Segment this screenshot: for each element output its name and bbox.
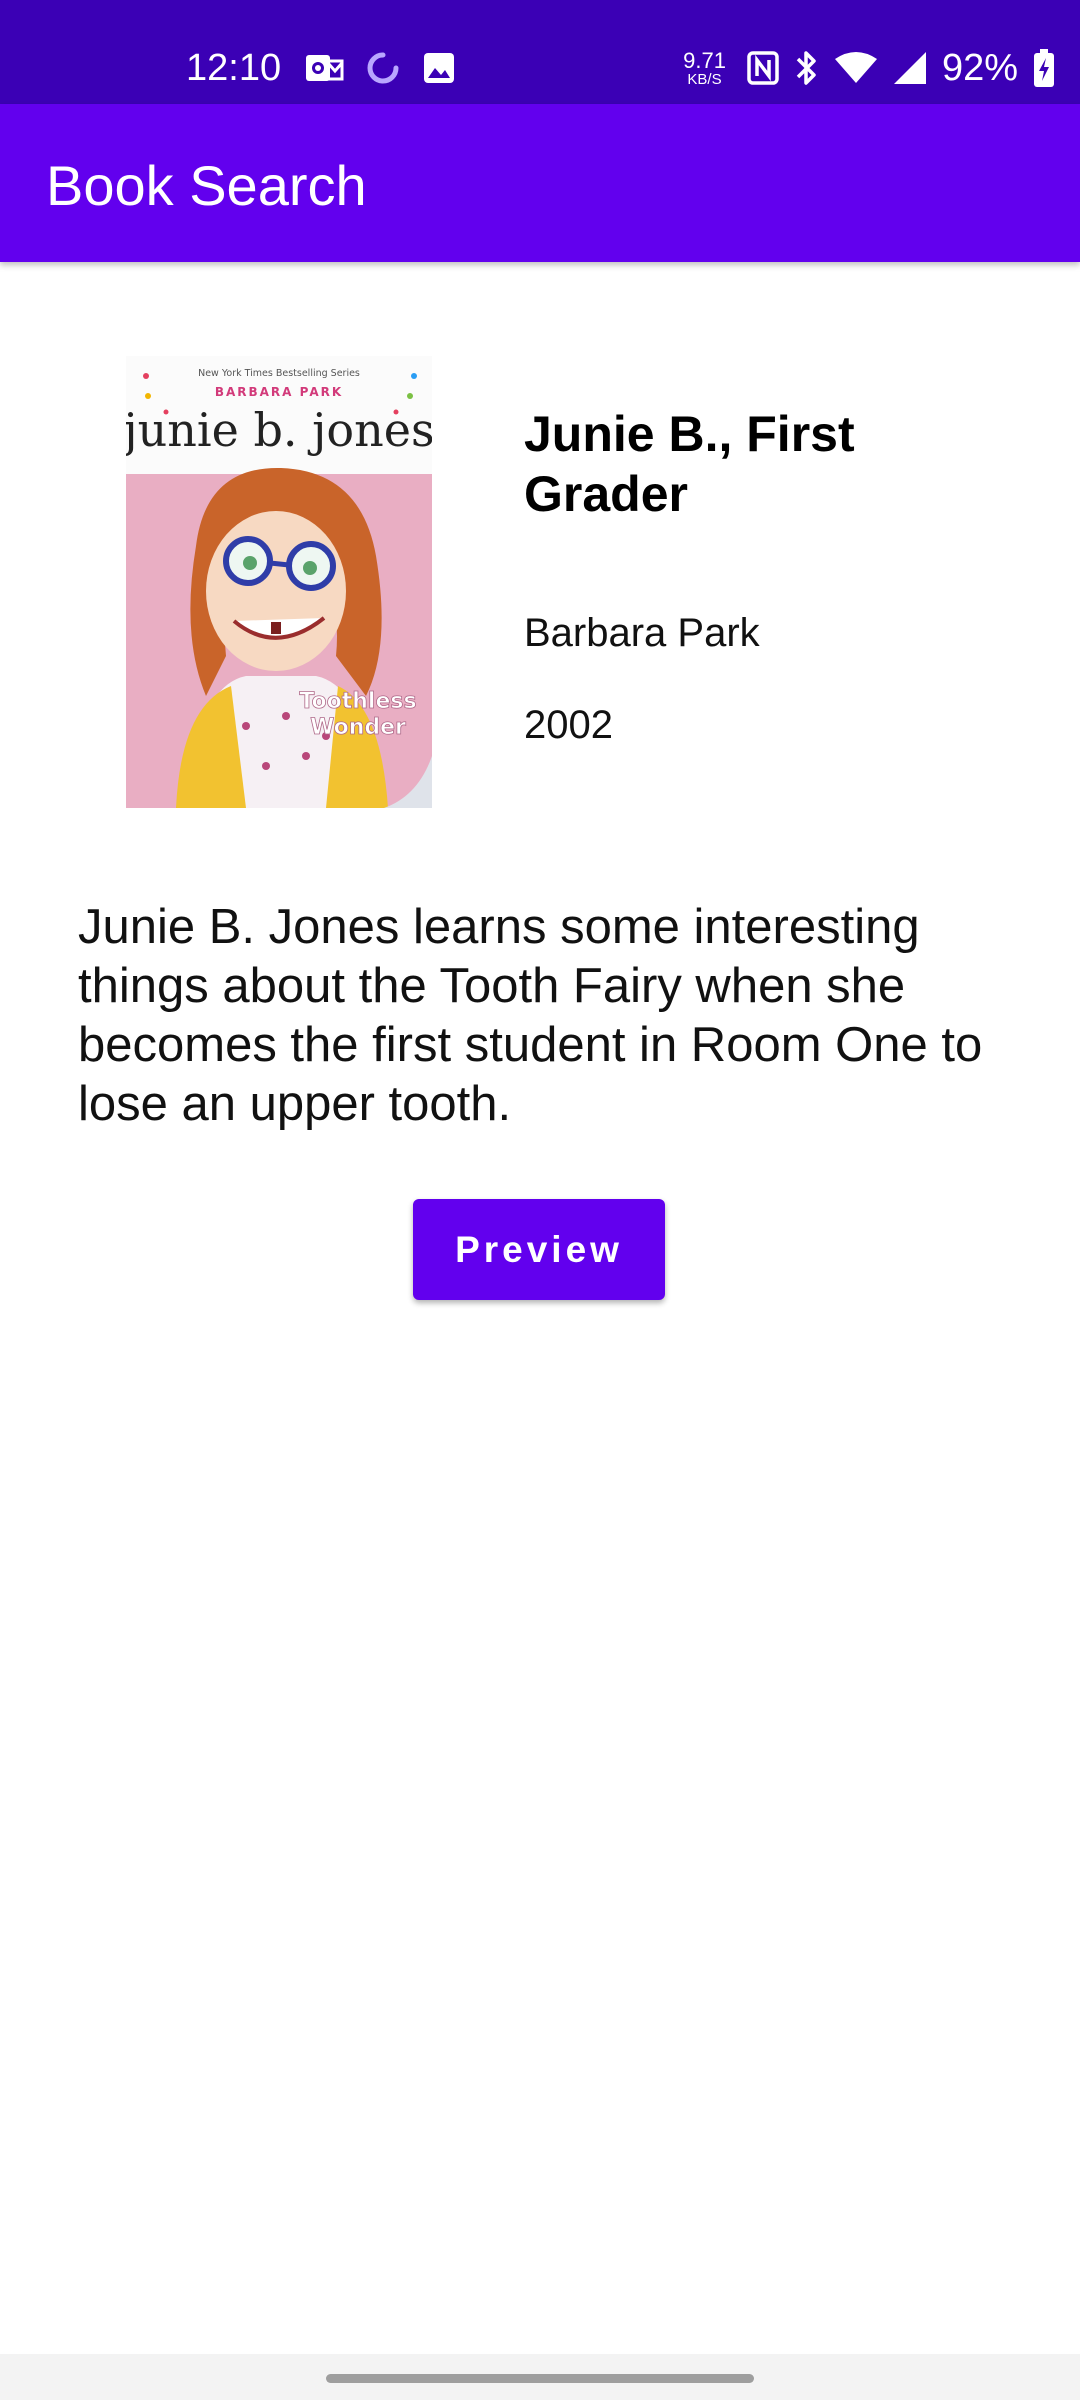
book-year: 2002 xyxy=(524,703,613,747)
network-speed: 9.71 KB/S xyxy=(683,47,726,88)
cover-subtitle-line1: Toothless xyxy=(299,689,416,714)
sync-progress-icon xyxy=(367,52,399,84)
outlook-notification-icon xyxy=(306,55,344,81)
network-speed-value: 9.71 xyxy=(683,47,726,73)
wifi-icon xyxy=(834,52,877,83)
book-author: Barbara Park xyxy=(524,611,760,655)
book-cover-image: New York Times Bestselling Series BARBAR… xyxy=(126,356,432,808)
cover-series-logo: junie b. jones xyxy=(126,403,432,457)
network-speed-unit: KB/S xyxy=(687,70,722,88)
app-bar: Book Search xyxy=(0,104,1080,262)
system-icons: 9.71 KB/S 92% xyxy=(683,46,1056,90)
battery-percent: 92% xyxy=(941,46,1018,89)
bluetooth-icon xyxy=(796,51,816,85)
navigation-bar xyxy=(0,2354,1080,2400)
book-title: Junie B., First Grader xyxy=(524,406,855,522)
image-notification-icon xyxy=(424,53,454,83)
battery-charging-icon xyxy=(1034,49,1054,87)
cellular-signal-icon xyxy=(893,52,926,84)
nfc-icon xyxy=(747,51,779,85)
status-time: 12:10 xyxy=(186,47,282,89)
cover-author-banner: BARBARA PARK xyxy=(215,385,343,399)
cover-series-banner: New York Times Bestselling Series xyxy=(198,368,360,379)
status-bar: 12:10 9.71 KB/S 92% xyxy=(0,0,1080,104)
gesture-handle[interactable] xyxy=(326,2374,754,2383)
cover-subtitle-line2: Wonder xyxy=(310,715,406,740)
app-title: Book Search xyxy=(46,154,367,217)
cover-illustration xyxy=(176,467,388,808)
notification-icons xyxy=(304,48,456,88)
book-description: Junie B. Jones learns some interesting t… xyxy=(78,900,983,1131)
preview-button[interactable]: Preview xyxy=(413,1199,665,1300)
